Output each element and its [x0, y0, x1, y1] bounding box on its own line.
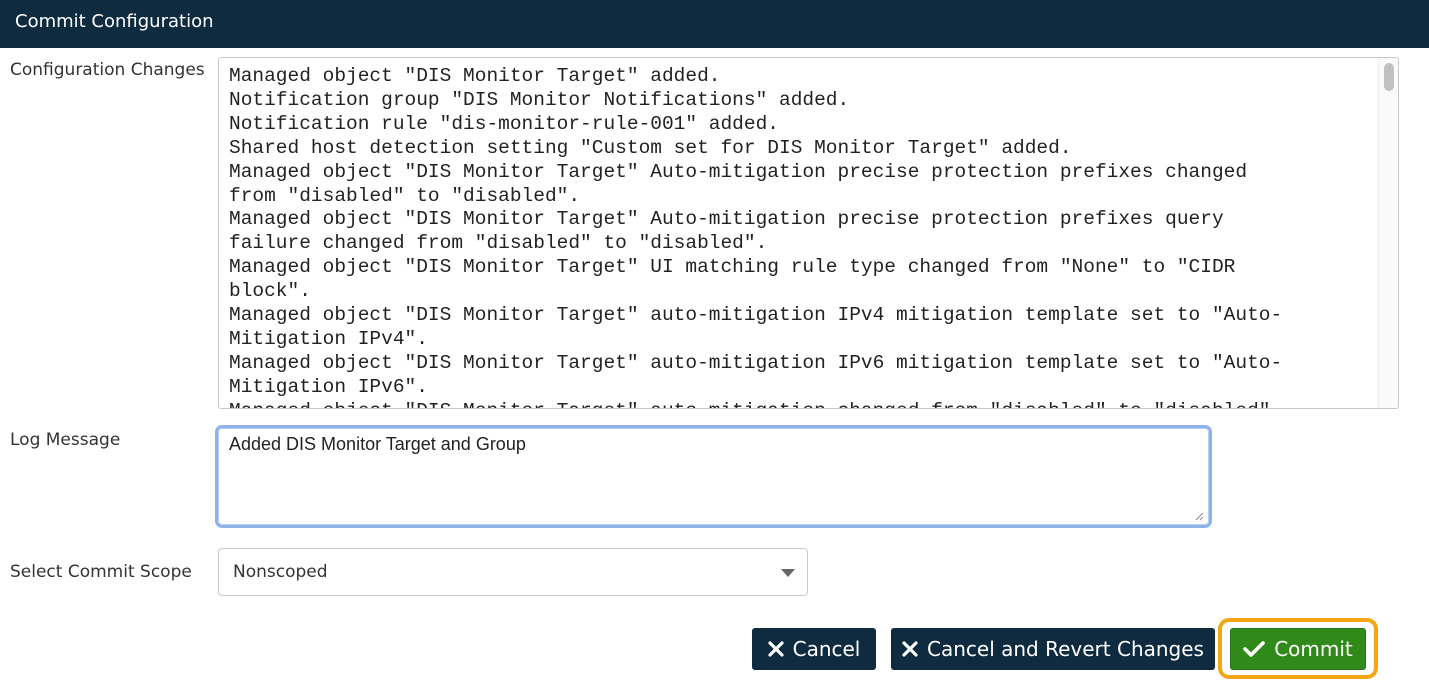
resize-grip-icon[interactable] [1194, 511, 1204, 521]
cancel-button-label: Cancel [792, 637, 861, 661]
log-message-input[interactable]: Added DIS Monitor Target and Group [215, 425, 1212, 528]
commit-scope-value: Nonscoped [233, 562, 328, 582]
checkmark-icon [1243, 640, 1266, 658]
configuration-changes-text: Managed object "DIS Monitor Target" adde… [229, 65, 1283, 408]
configuration-changes-box[interactable]: Managed object "DIS Monitor Target" adde… [218, 57, 1399, 409]
configuration-changes-label: Configuration Changes [10, 60, 205, 80]
select-commit-scope-label: Select Commit Scope [10, 562, 192, 582]
dialog-title: Commit Configuration [0, 0, 1429, 48]
cancel-and-revert-button[interactable]: Cancel and Revert Changes [891, 628, 1215, 670]
log-message-value: Added DIS Monitor Target and Group [229, 434, 526, 454]
commit-button[interactable]: Commit [1230, 628, 1366, 670]
chevron-down-icon [781, 569, 795, 577]
cancel-button[interactable]: Cancel [752, 628, 876, 670]
commit-button-label: Commit [1274, 637, 1353, 661]
close-icon [768, 641, 784, 657]
changes-scrollbar-thumb[interactable] [1384, 63, 1394, 91]
close-icon [902, 641, 918, 657]
log-message-label: Log Message [10, 430, 121, 450]
cancel-and-revert-button-label: Cancel and Revert Changes [927, 637, 1204, 661]
changes-scrollbar[interactable] [1378, 58, 1398, 408]
commit-scope-select[interactable]: Nonscoped [218, 548, 808, 596]
